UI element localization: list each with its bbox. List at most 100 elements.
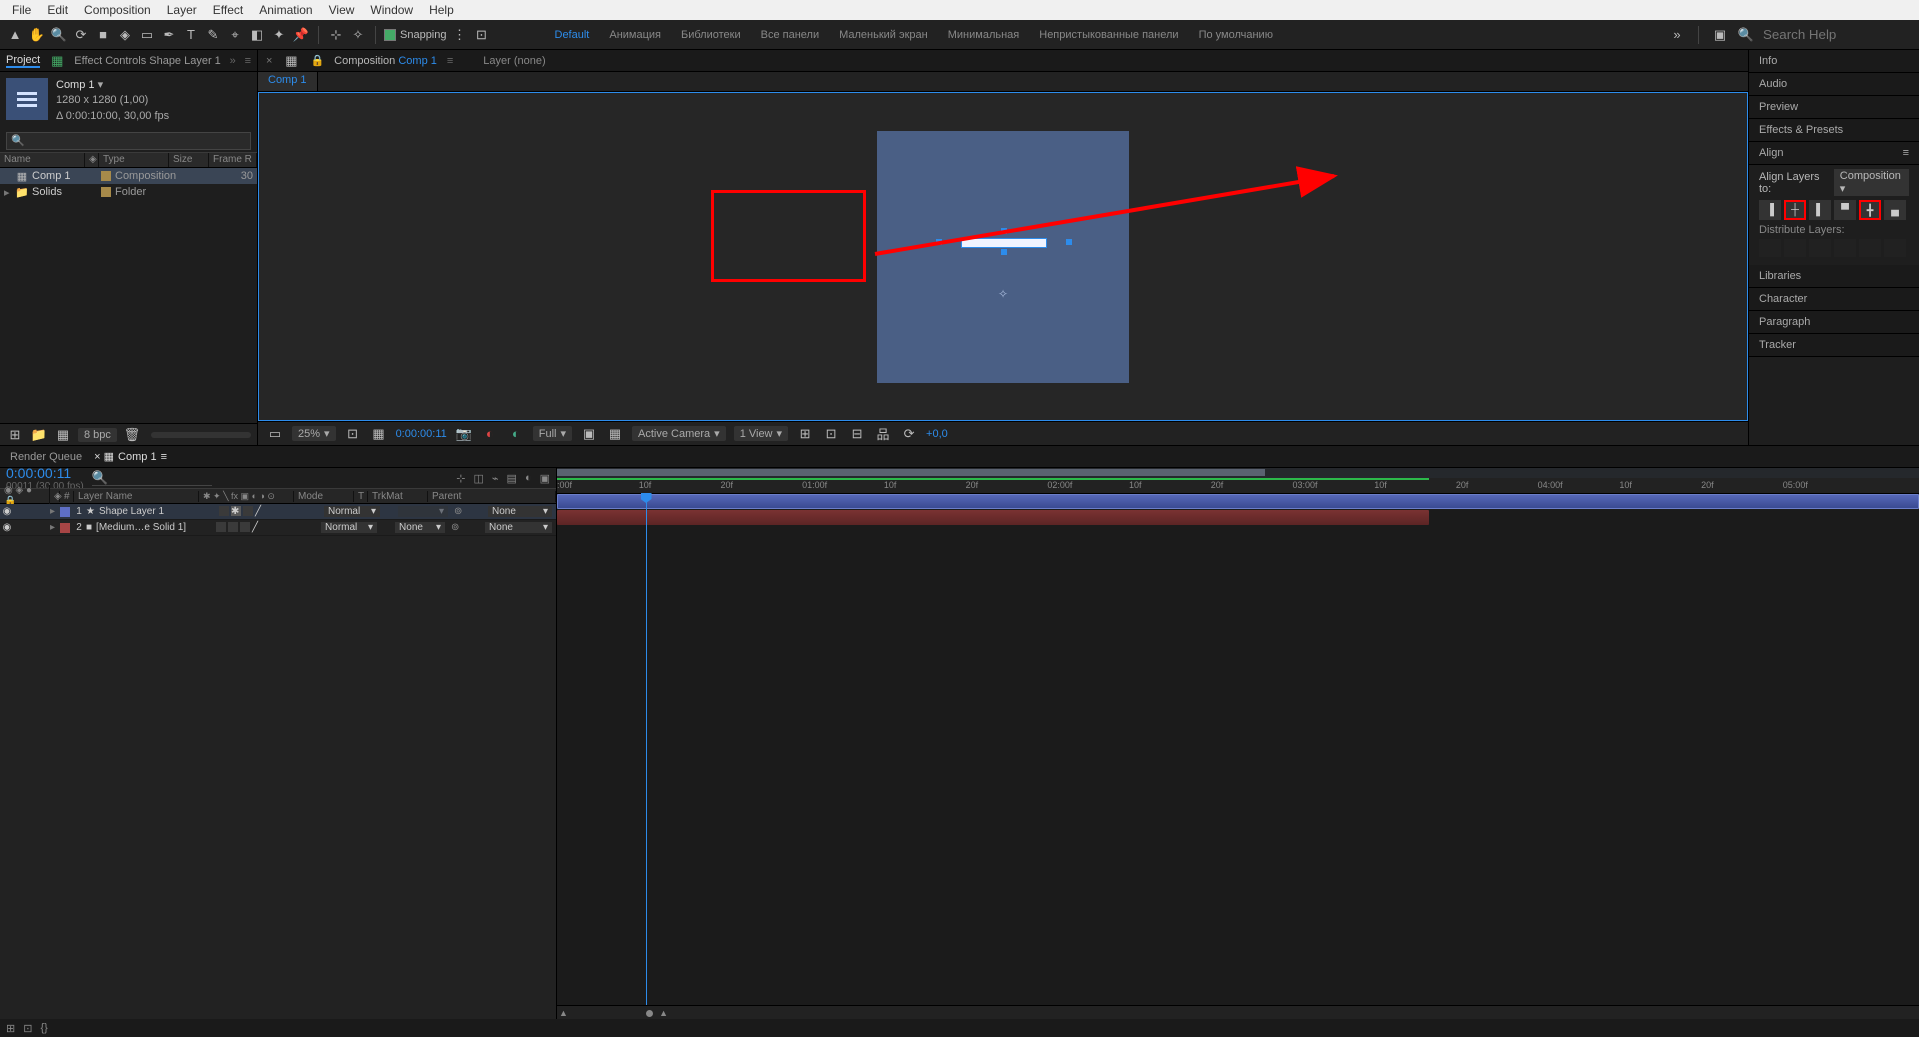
dist-bottom-button[interactable] <box>1809 239 1831 257</box>
panel-align[interactable]: Align≡ <box>1749 142 1919 165</box>
eraser-tool-icon[interactable]: ◧ <box>248 26 266 44</box>
project-item[interactable]: ▦ Comp 1 Composition 30 <box>0 168 257 184</box>
label-swatch[interactable] <box>101 171 111 181</box>
comp-mini-flowchart-icon[interactable]: ⊹ <box>456 472 465 485</box>
panel-preview[interactable]: Preview <box>1749 96 1919 119</box>
tab-timeline-comp[interactable]: × ▦ Comp 1 ≡ <box>94 450 167 463</box>
align-bottom-button[interactable]: ▄ <box>1884 200 1906 220</box>
tab-project[interactable]: Project <box>6 54 40 68</box>
tab-render-queue[interactable]: Render Queue <box>10 451 82 463</box>
ws-all-panels[interactable]: Все панели <box>761 29 819 41</box>
pickwhip-icon[interactable]: ⊚ <box>451 522 465 533</box>
panel-menu-icon[interactable]: ≡ <box>1903 147 1909 159</box>
selection-tool-icon[interactable]: ▲ <box>6 26 24 44</box>
dist-left-button[interactable] <box>1834 239 1856 257</box>
col-name[interactable]: Name <box>0 153 85 167</box>
panel-libraries[interactable]: Libraries <box>1749 265 1919 288</box>
layer-switches[interactable]: ✱╱ <box>215 506 265 517</box>
ws-default[interactable]: Default <box>555 29 590 41</box>
playhead[interactable] <box>646 494 647 1005</box>
sync-icon[interactable]: ▣ <box>1711 26 1729 44</box>
menu-edit[interactable]: Edit <box>39 1 76 19</box>
layer-row[interactable]: ◉ ▸ 2 ■ [Medium…e Solid 1] ╱ Normal▾ Non… <box>0 520 556 536</box>
orbit-tool-icon[interactable]: ⟳ <box>72 26 90 44</box>
work-area-bar[interactable] <box>557 468 1919 478</box>
parent-dropdown[interactable]: None▾ <box>485 522 552 533</box>
blend-mode-dropdown[interactable]: Normal▾ <box>321 522 377 533</box>
reset-exposure-icon[interactable]: ⟳ <box>900 425 918 443</box>
panel-paragraph[interactable]: Paragraph <box>1749 311 1919 334</box>
dist-top-button[interactable] <box>1759 239 1781 257</box>
ws-minimal[interactable]: Минимальная <box>948 29 1020 41</box>
rect-tool-icon[interactable]: ▭ <box>138 26 156 44</box>
exposure-value[interactable]: +0,0 <box>926 428 948 440</box>
timeline-search-input[interactable] <box>92 470 212 486</box>
mode-header[interactable]: Mode <box>294 491 354 502</box>
tab-effect-controls[interactable]: Effect Controls Shape Layer 1 <box>74 55 221 67</box>
menu-file[interactable]: File <box>4 1 39 19</box>
label-swatch[interactable] <box>60 523 70 533</box>
trkmat-dropdown[interactable]: ▾ <box>398 506 448 517</box>
menu-composition[interactable]: Composition <box>76 1 159 19</box>
views-dropdown[interactable]: 1 View▾ <box>734 426 788 441</box>
panel-effects-presets[interactable]: Effects & Presets <box>1749 119 1919 142</box>
layer-name[interactable]: Shape Layer 1 <box>95 506 215 517</box>
current-time-display[interactable]: 0:00:00:11 <box>396 428 447 440</box>
new-comp-icon[interactable]: ▦ <box>54 426 72 444</box>
menu-effect[interactable]: Effect <box>205 1 251 19</box>
visibility-icon[interactable]: ◉ <box>0 522 14 533</box>
align-hcenter-button[interactable]: ┼ <box>1784 200 1806 220</box>
menu-window[interactable]: Window <box>362 1 421 19</box>
pen-tool-icon[interactable]: ✒ <box>160 26 178 44</box>
ws-undocked[interactable]: Непристыкованные панели <box>1039 29 1178 41</box>
canvas[interactable]: ✧ <box>877 131 1129 383</box>
trkmat-dropdown[interactable]: None▾ <box>395 522 445 533</box>
flowchart-icon[interactable]: 品 <box>874 425 892 443</box>
stamp-tool-icon[interactable]: ⌖ <box>226 26 244 44</box>
pickwhip-icon[interactable]: ⊚ <box>454 506 468 517</box>
snap-opt-icon[interactable]: ⋮ <box>451 26 469 44</box>
res-icon[interactable]: ⊡ <box>344 425 362 443</box>
pan-behind-tool-icon[interactable]: ◈ <box>116 26 134 44</box>
resolution-dropdown[interactable]: Full▾ <box>533 426 572 441</box>
composition-viewer[interactable]: ✧ <box>258 92 1748 421</box>
panel-audio[interactable]: Audio <box>1749 73 1919 96</box>
current-time[interactable]: 0:00:00:11 <box>6 465 84 481</box>
toggle-brackets-icon[interactable]: {} <box>40 1022 47 1034</box>
selected-shape[interactable] <box>939 231 1069 257</box>
channel-icon[interactable]: ◐ <box>507 425 525 443</box>
label-swatch[interactable] <box>60 507 70 517</box>
comp-thumbnail[interactable] <box>6 78 48 120</box>
layer-bar-2[interactable] <box>557 510 1429 525</box>
fast-preview-icon[interactable]: ⊡ <box>822 425 840 443</box>
local-axis-icon[interactable]: ⊹ <box>327 26 345 44</box>
zoom-tool-icon[interactable]: 🔍 <box>50 26 68 44</box>
roi-icon[interactable]: ▣ <box>580 425 598 443</box>
layer-bar-1[interactable] <box>557 494 1919 509</box>
ws-default-ru[interactable]: По умолчанию <box>1199 29 1273 41</box>
visibility-icon[interactable]: ◉ <box>0 506 14 517</box>
type-tool-icon[interactable]: T <box>182 26 200 44</box>
pixel-aspect-icon[interactable]: ⊞ <box>796 425 814 443</box>
menu-animation[interactable]: Animation <box>251 1 320 19</box>
menu-help[interactable]: Help <box>421 1 462 19</box>
transparency-icon[interactable]: ▦ <box>606 425 624 443</box>
interpret-icon[interactable]: ⊞ <box>6 426 24 444</box>
blend-mode-dropdown[interactable]: Normal▾ <box>324 506 380 517</box>
twirl-icon[interactable]: ▸ <box>4 186 12 199</box>
menu-layer[interactable]: Layer <box>159 1 205 19</box>
num-header[interactable]: # <box>60 491 74 502</box>
snapshot-icon[interactable]: 📷 <box>455 425 473 443</box>
panel-info[interactable]: Info <box>1749 50 1919 73</box>
project-item[interactable]: ▸ 📁 Solids Folder <box>0 184 257 200</box>
toggle-switches-icon[interactable]: ⊞ <box>6 1022 15 1035</box>
camera-tool-icon[interactable]: ■ <box>94 26 112 44</box>
parent-dropdown[interactable]: None▾ <box>488 506 552 517</box>
motion-blur-icon[interactable]: ◐ <box>525 472 532 485</box>
ws-animation[interactable]: Анимация <box>609 29 661 41</box>
draft3d-icon[interactable]: ◫ <box>474 472 484 485</box>
panel-overflow-icon[interactable]: » <box>230 55 236 67</box>
camera-dropdown[interactable]: Active Camera▾ <box>632 426 726 441</box>
col-type[interactable]: Type <box>99 153 169 167</box>
panel-menu-icon[interactable]: ≡ <box>245 55 251 67</box>
